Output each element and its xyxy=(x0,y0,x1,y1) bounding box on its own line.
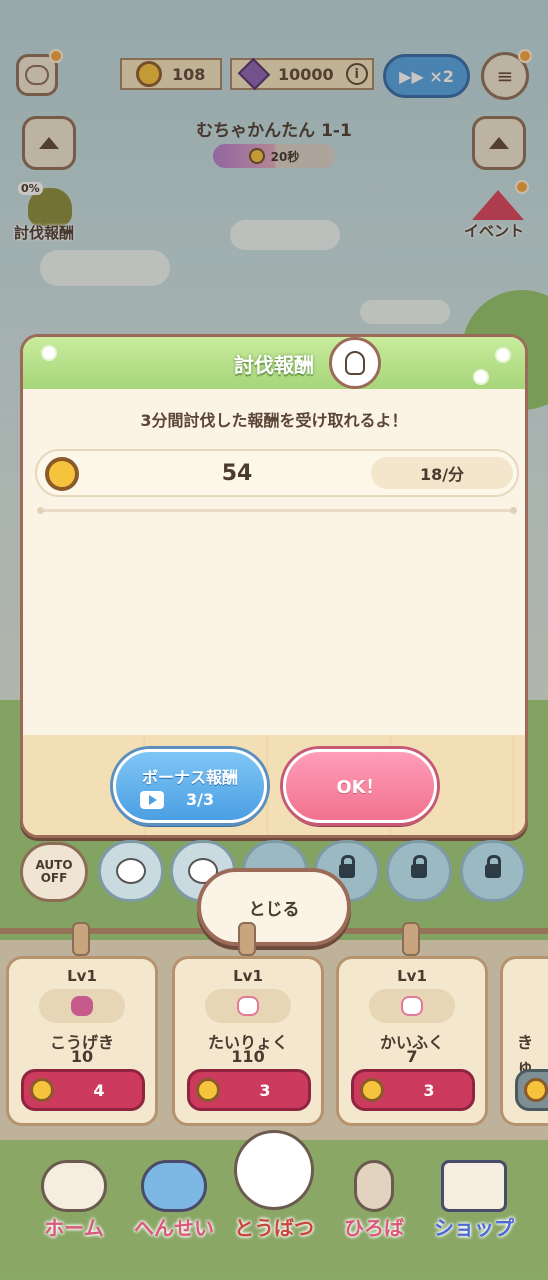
upgrade-card-attack: Lv1 こうげき 10 4 xyxy=(6,956,158,1126)
nav-label: へんせい xyxy=(134,1216,214,1240)
bulb-icon xyxy=(345,351,365,375)
bonus-reward-button[interactable]: ボーナス報酬 3/3 xyxy=(113,749,267,823)
battle-reward-modal: 討伐報酬 3分間討伐した報酬を受け取れるよ！ 54 18/分 ボーナス報酬 3/… xyxy=(20,334,528,838)
card-value: 7 xyxy=(406,1047,418,1066)
skill-slot-locked[interactable] xyxy=(460,840,526,902)
card-value: 10 xyxy=(70,1047,94,1066)
video-play-icon xyxy=(140,790,164,809)
team-icon xyxy=(141,1160,207,1212)
upgrade-buy-button[interactable]: 3 xyxy=(187,1069,311,1111)
coin-icon xyxy=(524,1078,548,1102)
upgrade-buy-button[interactable]: 3 xyxy=(351,1069,475,1111)
lock-icon xyxy=(339,855,355,878)
ok-button[interactable]: OK！ xyxy=(283,749,437,823)
reward-amount: 54 xyxy=(221,460,253,486)
coin-icon xyxy=(30,1078,54,1102)
modal-title: 討伐報酬 xyxy=(234,352,314,377)
bonus-reward-label: ボーナス報酬 xyxy=(141,768,238,787)
card-peg xyxy=(238,922,256,956)
coin-icon xyxy=(196,1078,220,1102)
modal-subtitle: 3分間討伐した報酬を受け取れるよ！ xyxy=(140,411,408,430)
upgrade-cost: 3 xyxy=(259,1080,271,1100)
card-icon-frame xyxy=(369,989,455,1023)
auto-state: OFF xyxy=(40,871,68,885)
flower-decoration xyxy=(497,349,509,361)
upgrade-buy-button[interactable] xyxy=(515,1069,548,1111)
flower-decoration xyxy=(475,371,487,383)
nav-team[interactable]: へんせい xyxy=(122,1150,226,1270)
signpost-icon xyxy=(354,1160,394,1212)
reward-row: 54 18/分 xyxy=(35,449,519,497)
nav-label: とうばつ xyxy=(234,1216,314,1240)
modal-header: 討伐報酬 xyxy=(23,337,525,389)
upgrade-card-stamina: Lv1 たいりょく 110 3 xyxy=(172,956,324,1126)
battle-icon xyxy=(234,1130,314,1210)
character-face-icon xyxy=(116,858,146,884)
coin-icon xyxy=(45,457,79,491)
lock-icon xyxy=(485,855,501,878)
upgrade-card-partial: きゅ xyxy=(500,956,548,1126)
home-icon xyxy=(41,1160,107,1212)
skill-slot-locked[interactable] xyxy=(386,840,452,902)
auto-toggle-button[interactable]: AUTO OFF xyxy=(20,842,88,902)
bonus-count: 3/3 xyxy=(186,790,215,809)
hint-bulb-icon[interactable] xyxy=(329,337,381,389)
nav-label: ひろば xyxy=(344,1216,404,1240)
modal-footer-wood xyxy=(23,735,525,835)
heal-icon xyxy=(401,996,423,1016)
card-value: 110 xyxy=(231,1047,265,1066)
card-icon-frame xyxy=(205,989,291,1023)
nav-shop[interactable]: ショップ xyxy=(422,1150,526,1270)
nav-battle[interactable]: とうばつ xyxy=(222,1130,326,1270)
upgrade-card-heal: Lv1 かいふく 7 3 xyxy=(336,956,488,1126)
upgrade-cost: 4 xyxy=(93,1080,105,1100)
bonus-ad-info: 3/3 xyxy=(140,790,214,809)
heart-icon xyxy=(237,996,259,1016)
divider xyxy=(37,507,517,514)
reward-rate: 18/分 xyxy=(371,457,513,489)
lock-icon xyxy=(411,855,427,878)
card-level: Lv1 xyxy=(397,967,427,985)
card-level: Lv1 xyxy=(233,967,263,985)
attack-icon xyxy=(71,996,93,1016)
upgrade-buy-button[interactable]: 4 xyxy=(21,1069,145,1111)
nav-plaza[interactable]: ひろば xyxy=(322,1150,426,1270)
card-icon-frame xyxy=(39,989,125,1023)
nav-label: ホーム xyxy=(44,1216,104,1240)
nav-label: ショップ xyxy=(434,1216,514,1240)
card-peg xyxy=(72,922,90,956)
skill-slot-1[interactable] xyxy=(98,840,164,902)
flower-decoration xyxy=(43,347,55,359)
nav-home[interactable]: ホーム xyxy=(22,1150,126,1270)
close-button[interactable]: とじる xyxy=(197,868,351,946)
card-level: Lv1 xyxy=(67,967,97,985)
card-peg xyxy=(402,922,420,956)
upgrade-cost: 3 xyxy=(423,1080,435,1100)
shop-icon xyxy=(441,1160,507,1212)
coin-icon xyxy=(360,1078,384,1102)
